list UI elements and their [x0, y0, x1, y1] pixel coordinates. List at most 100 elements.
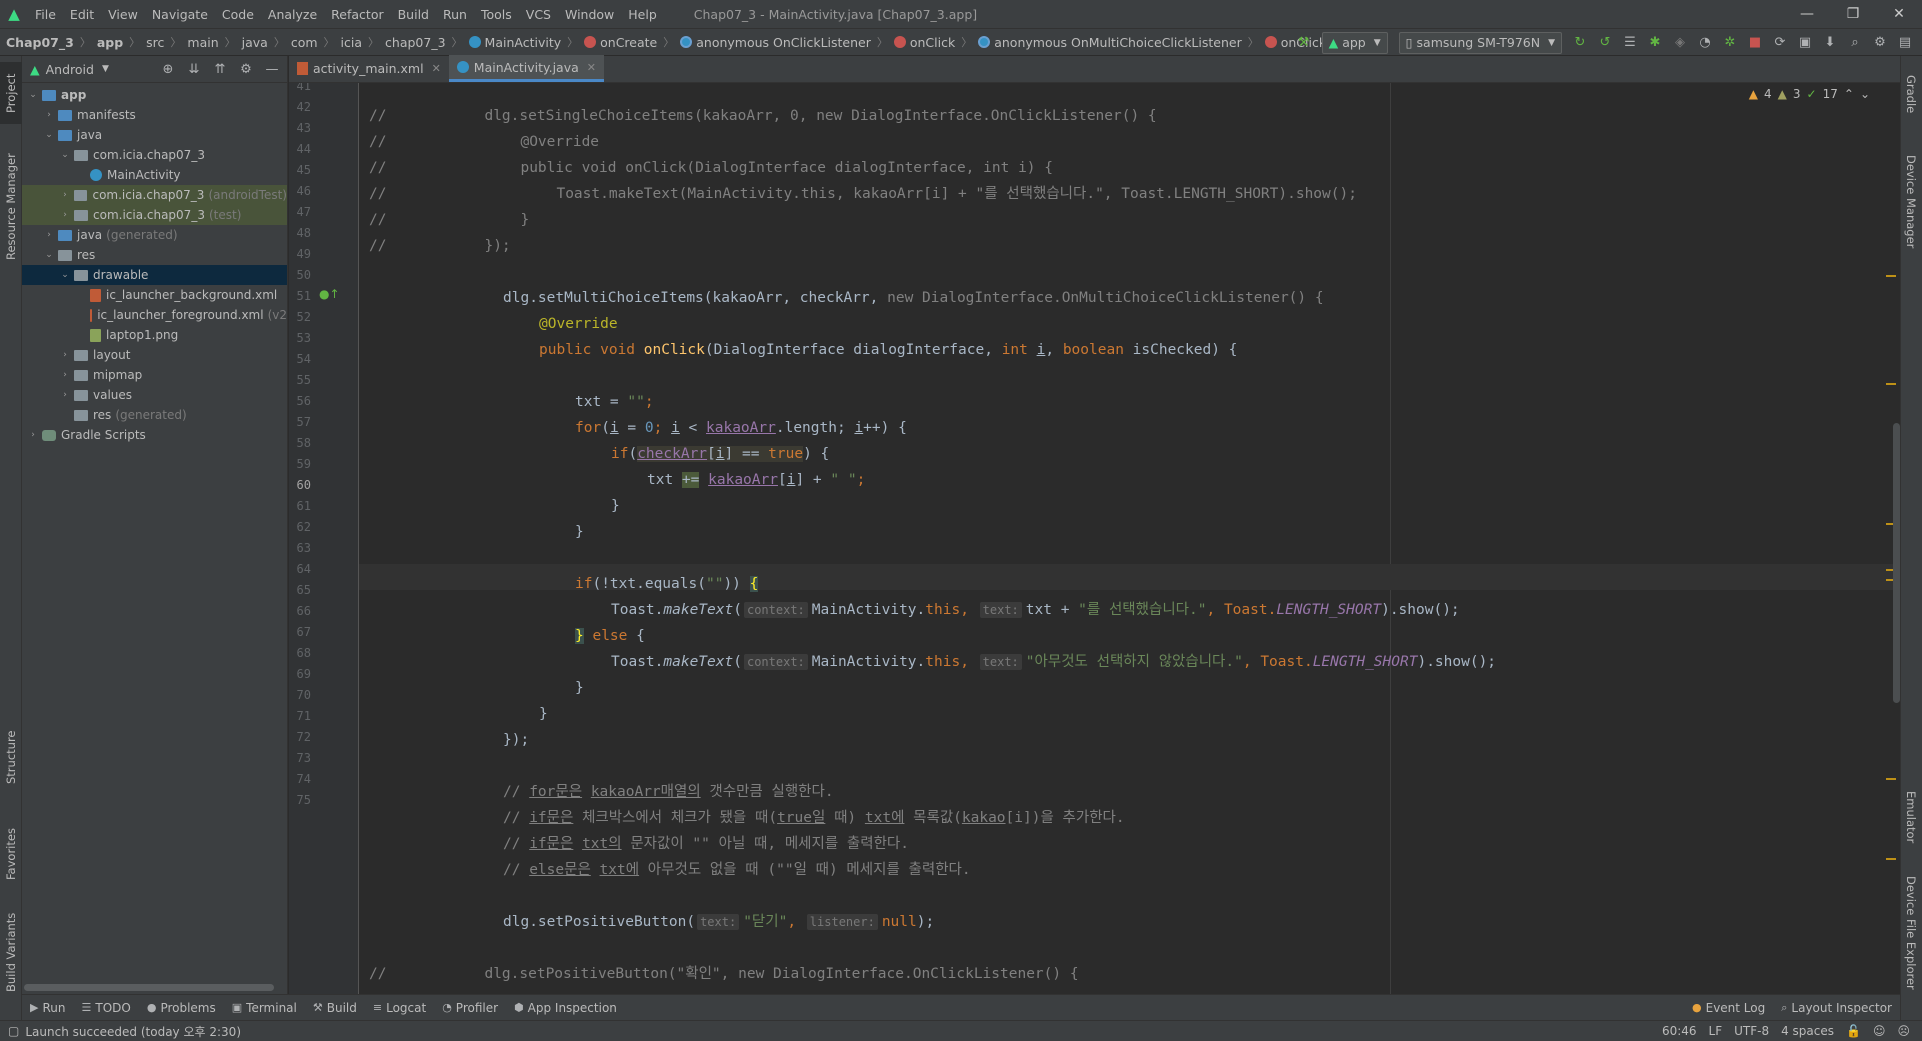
hide-icon[interactable]: —: [261, 58, 283, 80]
code-area[interactable]: // dlg.setSingleChoiceItems(kakaoArr, 0, …: [359, 83, 1900, 994]
error-stripe-mark[interactable]: [1886, 383, 1896, 385]
code-editor[interactable]: 41 42 43 44 45 46 47 48 49 50 51 52 53 5…: [289, 83, 1900, 994]
sdk-manager-icon[interactable]: ⬇: [1819, 32, 1841, 54]
tree-item-ic-launcher-background[interactable]: ic_launcher_background.xml: [22, 285, 287, 305]
menu-tools[interactable]: Tools: [474, 7, 519, 22]
tree-item-gradle-scripts[interactable]: › Gradle Scripts: [22, 425, 287, 445]
notification-icon[interactable]: ☹: [1897, 1024, 1910, 1038]
tool-run[interactable]: ▶ Run: [22, 1001, 73, 1015]
chevron-right-icon[interactable]: ›: [58, 350, 72, 360]
tab-activity-main-xml[interactable]: activity_main.xml ✕: [289, 55, 449, 82]
breadcrumb-icia[interactable]: icia: [341, 35, 362, 50]
locate-icon[interactable]: ⊕: [157, 58, 179, 80]
tree-item-package-androidtest[interactable]: › com.icia.chap07_3 (androidTest): [22, 185, 287, 205]
close-icon[interactable]: ✕: [587, 61, 596, 74]
search-icon[interactable]: ⌕: [1844, 32, 1866, 54]
tree-item-laptop1[interactable]: laptop1.png: [22, 325, 287, 345]
menu-window[interactable]: Window: [558, 7, 621, 22]
chevron-right-icon[interactable]: ›: [42, 110, 56, 120]
horizontal-scrollbar[interactable]: [24, 984, 274, 991]
collapse-all-icon[interactable]: ⇈: [209, 58, 231, 80]
tool-event-log[interactable]: ● Event Log: [1684, 1001, 1773, 1015]
tool-tab-favorites[interactable]: Favorites: [0, 816, 22, 892]
smiley-icon[interactable]: ☺: [1873, 1024, 1886, 1038]
tree-item-package[interactable]: ⌄ com.icia.chap07_3: [22, 145, 287, 165]
tree-item-java-generated[interactable]: › java (generated): [22, 225, 287, 245]
lock-icon[interactable]: 🔓: [1846, 1024, 1861, 1038]
vertical-scrollbar[interactable]: [1893, 423, 1900, 703]
expand-all-icon[interactable]: ⇊: [183, 58, 205, 80]
tool-tab-device-manager[interactable]: Device Manager: [1900, 148, 1922, 256]
menu-vcs[interactable]: VCS: [519, 7, 558, 22]
tree-item-layout[interactable]: › layout: [22, 345, 287, 365]
tab-mainactivity-java[interactable]: MainActivity.java ✕: [448, 55, 604, 82]
tree-item-app[interactable]: ⌄ app: [22, 85, 287, 105]
breadcrumb-class[interactable]: MainActivity: [485, 35, 562, 50]
minimize-icon[interactable]: —: [1784, 0, 1830, 28]
chevron-down-icon[interactable]: ⌄: [1860, 87, 1870, 101]
breadcrumb-main[interactable]: main: [187, 35, 218, 50]
tool-build[interactable]: ⚒ Build: [305, 1001, 365, 1015]
chevron-down-icon[interactable]: ⌄: [42, 250, 56, 260]
chevron-down-icon[interactable]: ⌄: [58, 270, 72, 280]
gradle-sync-icon[interactable]: ⟳: [1769, 32, 1791, 54]
apply-code-changes-icon[interactable]: ↺: [1594, 32, 1616, 54]
chevron-down-icon[interactable]: ⌄: [58, 150, 72, 160]
tool-tab-resource-manager[interactable]: Resource Manager: [0, 148, 22, 266]
run-config-select[interactable]: ▲ app ▼: [1321, 31, 1388, 54]
tree-item-res[interactable]: ⌄ res: [22, 245, 287, 265]
close-icon[interactable]: ✕: [1876, 0, 1922, 28]
tool-layout-inspector[interactable]: ⌕ Layout Inspector: [1773, 1001, 1900, 1015]
tool-tab-project[interactable]: Project: [0, 62, 22, 124]
ide-features-icon[interactable]: ▤: [1894, 32, 1916, 54]
menu-code[interactable]: Code: [215, 7, 261, 22]
chevron-right-icon[interactable]: ›: [26, 430, 40, 440]
menu-view[interactable]: View: [101, 7, 145, 22]
error-stripe-mark[interactable]: [1886, 858, 1896, 860]
tree-item-ic-launcher-foreground[interactable]: ic_launcher_foreground.xml (v2: [22, 305, 287, 325]
menu-run[interactable]: Run: [436, 7, 474, 22]
tree-item-java[interactable]: ⌄ java: [22, 125, 287, 145]
breadcrumb-com[interactable]: com: [291, 35, 318, 50]
gear-icon[interactable]: ⚙: [235, 58, 257, 80]
tree-item-res-generated[interactable]: res (generated): [22, 405, 287, 425]
debug-icon[interactable]: ✱: [1644, 32, 1666, 54]
build-hammer-icon[interactable]: ⚒: [1293, 32, 1315, 54]
menu-analyze[interactable]: Analyze: [261, 7, 324, 22]
restore-icon[interactable]: ❐: [1830, 0, 1876, 28]
menu-build[interactable]: Build: [391, 7, 436, 22]
tool-tab-gradle[interactable]: Gradle: [1900, 64, 1922, 124]
tool-logcat[interactable]: ≡ Logcat: [365, 1001, 434, 1015]
menu-edit[interactable]: Edit: [63, 7, 101, 22]
tool-tab-build-variants[interactable]: Build Variants: [0, 902, 22, 1002]
error-stripe-mark[interactable]: [1886, 275, 1896, 277]
gear-icon[interactable]: ⚙: [1869, 32, 1891, 54]
chevron-right-icon[interactable]: ›: [42, 230, 56, 240]
tool-todo[interactable]: ☰ TODO: [73, 1001, 138, 1015]
breadcrumb-anon-onclicklistener[interactable]: anonymous OnClickListener: [696, 35, 871, 50]
inspection-widget[interactable]: ▲ 4 ▲ 3 ✓ 17 ⌃ ⌄: [1749, 83, 1870, 105]
tree-item-manifests[interactable]: › manifests: [22, 105, 287, 125]
chevron-down-icon[interactable]: ⌄: [26, 90, 40, 100]
tree-item-mipmap[interactable]: › mipmap: [22, 365, 287, 385]
tool-profiler[interactable]: ◔ Profiler: [434, 1001, 506, 1015]
chevron-right-icon[interactable]: ›: [58, 390, 72, 400]
tree-item-mainactivity[interactable]: MainActivity: [22, 165, 287, 185]
tool-tab-device-file-explorer[interactable]: Device File Explorer: [1900, 866, 1922, 1000]
menu-navigate[interactable]: Navigate: [145, 7, 215, 22]
error-stripe-mark[interactable]: [1886, 778, 1896, 780]
tool-terminal[interactable]: ▣ Terminal: [224, 1001, 305, 1015]
caret-position[interactable]: 60:46: [1662, 1024, 1697, 1038]
chevron-up-icon[interactable]: ⌃: [1844, 87, 1854, 101]
apply-changes-icon[interactable]: ↻: [1569, 32, 1591, 54]
breadcrumb-oncreate[interactable]: onCreate: [600, 35, 657, 50]
coverage-icon[interactable]: ◈: [1669, 32, 1691, 54]
status-message[interactable]: Launch succeeded (today 오후 2:30): [25, 1023, 241, 1040]
profile-icon[interactable]: ◔: [1694, 32, 1716, 54]
tree-item-package-test[interactable]: › com.icia.chap07_3 (test): [22, 205, 287, 225]
tool-tab-structure[interactable]: Structure: [0, 722, 22, 792]
line-separator[interactable]: LF: [1709, 1024, 1723, 1038]
override-marker-icon[interactable]: ●↑: [319, 287, 340, 301]
indent-setting[interactable]: 4 spaces: [1781, 1024, 1834, 1038]
breadcrumb-java[interactable]: java: [242, 35, 268, 50]
